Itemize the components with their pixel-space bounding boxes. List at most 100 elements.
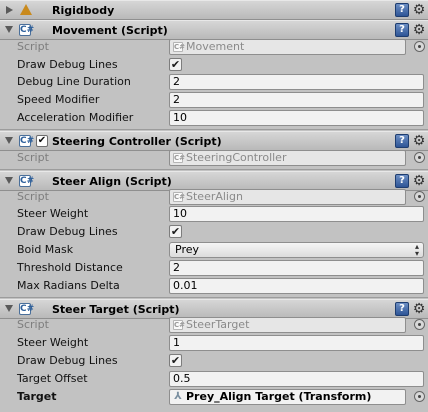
rigidbody-icon [20,4,32,15]
component-title: Steer Target (Script) [52,303,180,316]
field-label: Draw Debug Lines [17,225,118,238]
draw-debug-lines-checkbox[interactable]: ✔ [169,354,182,367]
dropdown-arrows-icon: ▴ ▾ [414,242,419,258]
script-icon: C# [173,192,186,202]
foldout-collapsed-icon[interactable] [6,6,13,14]
script-icon: C# [173,153,186,163]
script-object-field[interactable]: C# Movement [169,39,406,55]
script-name: SteerTarget [186,318,250,331]
help-icon[interactable]: ? [395,23,409,37]
movement-draw-debug-row: Draw Debug Lines ✔ [0,56,428,74]
field-label: Target Offset [17,372,88,385]
gear-icon[interactable]: ⚙ [411,301,427,317]
script-icon: C# [19,303,35,315]
component-enabled-checkbox[interactable]: ✔ [36,135,48,147]
steer-align-threshold-row: Threshold Distance 2 [0,259,428,277]
field-label: Draw Debug Lines [17,58,118,71]
transform-icon: ⅄ [174,391,182,402]
field-label: Target [17,390,57,403]
script-icon: C# [173,320,186,330]
foldout-expanded-icon[interactable] [5,137,13,144]
field-label: Script [17,190,49,203]
object-picker-icon[interactable] [414,391,425,402]
steer-align-boid-mask-row: Boid Mask Prey ▴ ▾ [0,241,428,259]
divider [0,129,428,130]
steering-controller-header[interactable]: C# ✔ Steering Controller (Script) ? ⚙ [0,131,428,151]
steer-weight-input[interactable]: 1 [169,335,424,351]
steer-align-script-row: Script C# SteerAlign [0,188,428,206]
movement-header[interactable]: C# Movement (Script) ? ⚙ [0,20,428,40]
gear-icon[interactable]: ⚙ [411,2,427,18]
script-icon: C# [19,135,35,147]
inspector-panel: Rigidbody ? ⚙ C# Movement (Script) ? ⚙ S… [0,0,428,412]
steer-target-target-row: Target ⅄ Prey_Align Target (Transform) [0,388,428,406]
script-name: SteeringController [186,151,287,164]
component-title: Steer Align (Script) [52,175,172,188]
help-icon[interactable]: ? [395,302,409,316]
speed-modifier-input[interactable]: 2 [169,92,424,108]
field-label: Max Radians Delta [17,279,120,292]
steering-controller-script-row: Script C# SteeringController [0,149,428,167]
field-label: Debug Line Duration [17,75,131,88]
foldout-expanded-icon[interactable] [5,177,13,184]
steer-target-weight-row: Steer Weight 1 [0,334,428,352]
acceleration-modifier-input[interactable]: 10 [169,110,424,126]
steer-target-draw-debug-row: Draw Debug Lines ✔ [0,352,428,370]
script-name: SteerAlign [186,190,243,203]
foldout-expanded-icon[interactable] [5,305,13,312]
script-object-field[interactable]: C# SteerTarget [169,317,406,333]
field-label: Steer Weight [17,336,89,349]
dropdown-value: Prey [175,243,199,256]
max-radians-delta-input[interactable]: 0.01 [169,278,424,294]
field-label: Speed Modifier [17,93,100,106]
target-offset-input[interactable]: 0.5 [169,371,424,387]
component-title: Movement (Script) [52,24,168,37]
draw-debug-lines-checkbox[interactable]: ✔ [169,58,182,71]
target-object-name: Prey_Align Target (Transform) [186,390,372,403]
movement-acceleration-row: Acceleration Modifier 10 [0,109,428,127]
field-label: Script [17,40,49,53]
field-label: Draw Debug Lines [17,354,118,367]
field-label: Script [17,151,49,164]
rigidbody-header[interactable]: Rigidbody ? ⚙ [0,0,428,20]
divider [0,169,428,170]
steer-align-draw-debug-row: Draw Debug Lines ✔ [0,223,428,241]
field-label: Script [17,318,49,331]
help-icon[interactable]: ? [395,3,409,17]
field-label: Steer Weight [17,207,89,220]
script-icon: C# [19,175,35,187]
steer-align-weight-row: Steer Weight 10 [0,205,428,223]
gear-icon[interactable]: ⚙ [411,173,427,189]
steer-target-script-row: Script C# SteerTarget [0,316,428,334]
threshold-distance-input[interactable]: 2 [169,260,424,276]
field-label: Acceleration Modifier [17,111,134,124]
script-object-field[interactable]: C# SteeringController [169,150,406,166]
field-label: Threshold Distance [17,261,123,274]
steer-weight-input[interactable]: 10 [169,206,424,222]
script-icon: C# [19,24,35,36]
help-icon[interactable]: ? [395,134,409,148]
component-title: Steering Controller (Script) [52,135,222,148]
movement-debug-duration-row: Debug Line Duration 2 [0,73,428,91]
foldout-expanded-icon[interactable] [5,26,13,33]
gear-icon[interactable]: ⚙ [411,133,427,149]
object-picker-icon[interactable] [414,191,425,202]
script-icon: C# [173,42,186,52]
object-picker-icon[interactable] [414,319,425,330]
component-title: Rigidbody [52,4,115,17]
gear-icon[interactable]: ⚙ [411,22,427,38]
help-icon[interactable]: ? [395,174,409,188]
script-name: Movement [186,40,245,53]
divider [0,297,428,298]
draw-debug-lines-checkbox[interactable]: ✔ [169,225,182,238]
debug-line-duration-input[interactable]: 2 [169,74,424,90]
object-picker-icon[interactable] [414,41,425,52]
movement-speed-row: Speed Modifier 2 [0,91,428,109]
object-picker-icon[interactable] [414,152,425,163]
script-object-field[interactable]: C# SteerAlign [169,189,406,205]
target-object-field[interactable]: ⅄ Prey_Align Target (Transform) [169,389,406,405]
boid-mask-dropdown[interactable]: Prey ▴ ▾ [169,242,424,258]
field-label: Boid Mask [17,243,74,256]
movement-script-row: Script C# Movement [0,38,428,56]
steer-align-max-radians-row: Max Radians Delta 0.01 [0,277,428,295]
